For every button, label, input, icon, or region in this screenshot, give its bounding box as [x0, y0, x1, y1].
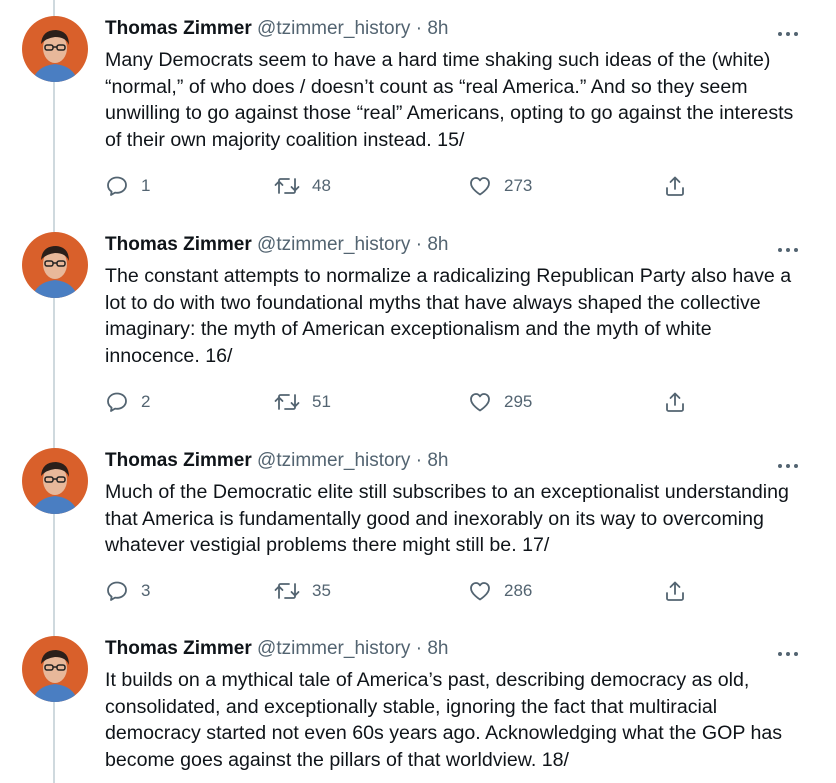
reply-count: 3 — [141, 581, 151, 600]
retweet-button[interactable]: 35 — [274, 576, 331, 606]
share-icon — [663, 390, 687, 414]
retweet-count: 51 — [312, 392, 331, 411]
avatar[interactable] — [22, 232, 88, 298]
more-horizontal-icon[interactable] — [776, 26, 800, 36]
author-name[interactable]: Thomas Zimmer — [105, 450, 252, 471]
reply-icon — [105, 174, 129, 198]
tweet-16[interactable]: Thomas Zimmer @tzimmer_history · 8h The … — [0, 232, 836, 432]
like-button[interactable]: 286 — [468, 576, 532, 606]
tweet-header: Thomas Zimmer @tzimmer_history · 8h — [105, 637, 448, 661]
author-handle[interactable]: @tzimmer_history — [257, 18, 410, 39]
reply-icon — [105, 390, 129, 414]
tweet-text: Many Democrats seem to have a hard time … — [105, 49, 794, 151]
reply-count: 2 — [141, 392, 151, 411]
reply-count: 1 — [141, 176, 151, 195]
more-horizontal-icon[interactable] — [776, 646, 800, 656]
tweet-text: It builds on a mythical tale of America’… — [105, 669, 783, 771]
tweet-header: Thomas Zimmer @tzimmer_history · 8h — [105, 233, 448, 257]
tweet-text: The constant attempts to normalize a rad… — [105, 265, 792, 367]
separator: · — [415, 18, 423, 39]
retweet-button[interactable]: 48 — [274, 171, 331, 201]
like-button[interactable]: 295 — [468, 387, 532, 417]
heart-icon — [468, 579, 492, 603]
separator: · — [415, 450, 423, 471]
tweet-header: Thomas Zimmer @tzimmer_history · 8h — [105, 17, 448, 41]
timestamp[interactable]: 8h — [427, 18, 448, 39]
like-count: 273 — [504, 176, 533, 195]
timestamp[interactable]: 8h — [427, 234, 448, 255]
retweet-icon — [274, 390, 300, 414]
like-button[interactable]: 273 — [468, 171, 532, 201]
author-handle[interactable]: @tzimmer_history — [257, 234, 410, 255]
retweet-icon — [274, 174, 300, 198]
author-name[interactable]: Thomas Zimmer — [105, 234, 252, 255]
share-icon — [663, 579, 687, 603]
tweet-actions: 1 48 273 — [105, 171, 705, 201]
retweet-count: 35 — [312, 581, 331, 600]
author-name[interactable]: Thomas Zimmer — [105, 18, 252, 39]
tweet-17[interactable]: Thomas Zimmer @tzimmer_history · 8h Much… — [0, 448, 836, 618]
reply-button[interactable]: 1 — [105, 171, 150, 201]
like-count: 295 — [504, 392, 533, 411]
reply-button[interactable]: 2 — [105, 387, 150, 417]
separator: · — [415, 638, 423, 659]
heart-icon — [468, 390, 492, 414]
avatar[interactable] — [22, 636, 88, 702]
tweet-header: Thomas Zimmer @tzimmer_history · 8h — [105, 449, 448, 473]
author-name[interactable]: Thomas Zimmer — [105, 638, 252, 659]
author-handle[interactable]: @tzimmer_history — [257, 638, 410, 659]
share-icon — [663, 174, 687, 198]
heart-icon — [468, 174, 492, 198]
tweet-actions: 3 35 286 — [105, 576, 705, 606]
timestamp[interactable]: 8h — [427, 638, 448, 659]
retweet-icon — [274, 579, 300, 603]
avatar[interactable] — [22, 16, 88, 82]
share-button[interactable] — [663, 171, 687, 201]
share-button[interactable] — [663, 576, 687, 606]
more-horizontal-icon[interactable] — [776, 458, 800, 468]
tweet-text: Much of the Democratic elite still subsc… — [105, 481, 789, 556]
separator: · — [415, 234, 423, 255]
more-horizontal-icon[interactable] — [776, 242, 800, 252]
tweet-18[interactable]: Thomas Zimmer @tzimmer_history · 8h It b… — [0, 636, 836, 783]
retweet-button[interactable]: 51 — [274, 387, 331, 417]
reply-icon — [105, 579, 129, 603]
tweet-15[interactable]: Thomas Zimmer @tzimmer_history · 8h Many… — [0, 16, 836, 216]
share-button[interactable] — [663, 387, 687, 417]
thread-timeline: Thomas Zimmer @tzimmer_history · 8h Many… — [0, 0, 836, 783]
author-handle[interactable]: @tzimmer_history — [257, 450, 410, 471]
like-count: 286 — [504, 581, 533, 600]
timestamp[interactable]: 8h — [427, 450, 448, 471]
avatar[interactable] — [22, 448, 88, 514]
tweet-actions: 2 51 295 — [105, 387, 705, 417]
retweet-count: 48 — [312, 176, 331, 195]
reply-button[interactable]: 3 — [105, 576, 150, 606]
